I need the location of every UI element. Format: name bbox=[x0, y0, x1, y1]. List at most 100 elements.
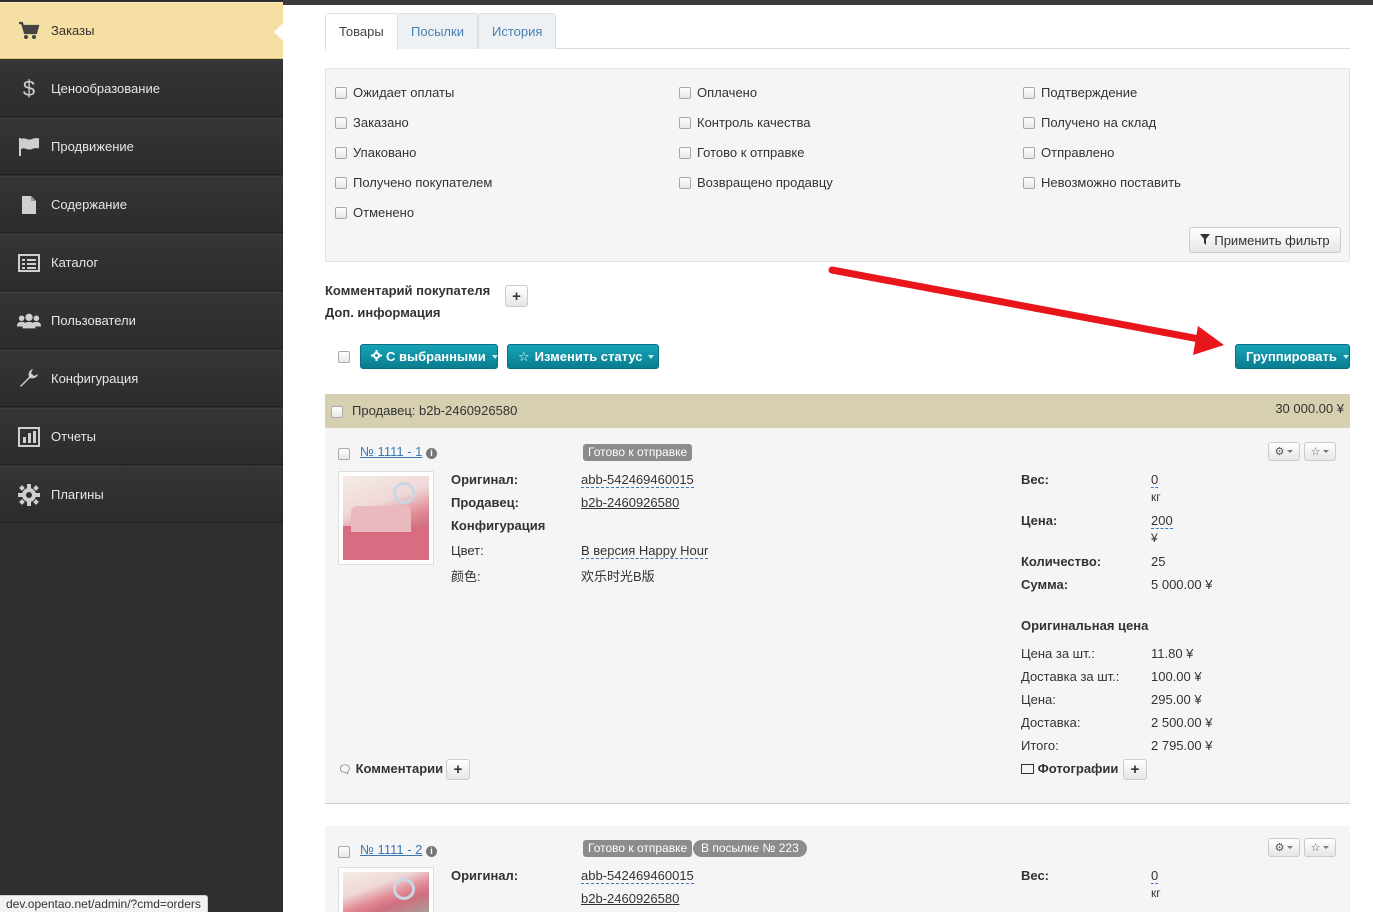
checkbox[interactable] bbox=[1023, 116, 1035, 129]
checkbox[interactable] bbox=[679, 146, 691, 159]
checkbox[interactable] bbox=[679, 176, 691, 189]
gear-icon bbox=[17, 483, 41, 507]
sidebar-item-users[interactable]: Пользователи bbox=[0, 292, 283, 349]
group-total: 30 000.00 ¥ bbox=[1275, 401, 1344, 416]
cart-icon bbox=[17, 19, 41, 43]
filter-checkbox[interactable]: Отменено bbox=[335, 205, 414, 220]
sidebar-item-catalog[interactable]: Каталог bbox=[0, 234, 283, 291]
filter-checkbox[interactable]: Готово к отправке bbox=[679, 145, 804, 160]
image-icon bbox=[1021, 764, 1034, 774]
item-star-dropdown[interactable]: ☆ bbox=[1304, 442, 1336, 461]
sidebar-item-label: Конфигурация bbox=[51, 371, 139, 386]
sidebar-item-label: Плагины bbox=[51, 487, 104, 502]
item-settings-dropdown[interactable]: ⚙ bbox=[1268, 442, 1300, 461]
product-thumbnail[interactable] bbox=[338, 471, 434, 565]
seller-link[interactable]: b2b-2460926580 bbox=[581, 495, 679, 510]
filter-checkbox[interactable]: Заказано bbox=[335, 115, 409, 130]
tab-products[interactable]: Товары bbox=[325, 13, 398, 50]
photos-label: Фотографии bbox=[1021, 761, 1118, 776]
extra-info-label: Доп. информация bbox=[325, 305, 441, 320]
dollar-icon: $ bbox=[22, 75, 36, 101]
filter-checkbox[interactable]: Упаковано bbox=[335, 145, 416, 160]
checkbox[interactable] bbox=[335, 86, 347, 99]
order-checkbox[interactable] bbox=[338, 846, 350, 858]
order-number-link[interactable]: № 1111 - 1 i bbox=[360, 444, 437, 459]
color-value-link[interactable]: В версия Happy Hour bbox=[581, 543, 709, 559]
add-buyer-comment-button[interactable]: + bbox=[505, 285, 528, 307]
chevron-down-icon bbox=[648, 354, 655, 359]
group-checkbox[interactable] bbox=[331, 406, 343, 418]
comment-icon: 🗨 bbox=[338, 764, 352, 776]
gear-icon: ⚙ bbox=[1274, 446, 1285, 458]
apply-filter-button[interactable]: Применить фильтр bbox=[1189, 227, 1341, 253]
checkbox[interactable] bbox=[335, 206, 347, 219]
filter-checkbox[interactable]: Невозможно поставить bbox=[1023, 175, 1181, 190]
price-edit[interactable]: 200 bbox=[1151, 513, 1173, 529]
with-selected-dropdown[interactable]: С выбранными bbox=[360, 344, 498, 369]
filter-checkbox[interactable]: Получено покупателем bbox=[335, 175, 492, 190]
checkbox[interactable] bbox=[1023, 146, 1035, 159]
original-link[interactable]: abb-542469460015 bbox=[581, 472, 694, 488]
filter-checkbox[interactable]: Получено на склад bbox=[1023, 115, 1156, 130]
checkbox[interactable] bbox=[335, 146, 347, 159]
star-icon: ☆ bbox=[1310, 446, 1321, 458]
order-checkbox[interactable] bbox=[338, 448, 350, 460]
plus-icon: + bbox=[453, 761, 463, 778]
sidebar-item-label: Пользователи bbox=[51, 313, 136, 328]
select-all-checkbox[interactable] bbox=[338, 351, 350, 363]
group-by-dropdown[interactable]: Группировать bbox=[1235, 344, 1350, 369]
users-icon bbox=[17, 309, 41, 333]
gear-icon bbox=[371, 349, 382, 364]
filter-checkbox[interactable]: Возвращено продавцу bbox=[679, 175, 833, 190]
add-photo-button[interactable]: + bbox=[1123, 759, 1147, 780]
sidebar: Заказы $ Ценообразование Продвижение Сод… bbox=[0, 0, 284, 912]
sidebar-item-label: Отчеты bbox=[51, 429, 96, 444]
filter-checkbox[interactable]: Подтверждение bbox=[1023, 85, 1137, 100]
product-image bbox=[343, 872, 429, 912]
original-link[interactable]: abb-542469460015 bbox=[581, 868, 694, 884]
sidebar-item-label: Каталог bbox=[51, 255, 99, 270]
plus-icon: + bbox=[512, 287, 521, 305]
item-star-dropdown[interactable]: ☆ bbox=[1304, 838, 1336, 857]
checkbox[interactable] bbox=[679, 116, 691, 129]
tab-bar: Товары Посылки История bbox=[325, 13, 1350, 50]
status-badge: Готово к отправке bbox=[583, 444, 693, 461]
checkbox[interactable] bbox=[335, 116, 347, 129]
weight-edit[interactable]: 0 bbox=[1151, 472, 1159, 488]
change-status-dropdown[interactable]: ☆ Изменить статус bbox=[507, 344, 659, 369]
wrench-icon bbox=[17, 367, 41, 391]
order-item-card: № 1111 - 2 i Готово к отправке В посылке… bbox=[325, 826, 1350, 912]
annotation-arrow-icon bbox=[828, 266, 1224, 355]
group-title: Продавец: b2b-2460926580 bbox=[352, 403, 518, 418]
sidebar-item-reports[interactable]: Отчеты bbox=[0, 408, 283, 465]
sidebar-item-label: Ценообразование bbox=[51, 81, 160, 96]
sidebar-item-label: Содержание bbox=[51, 197, 127, 212]
seller-link[interactable]: b2b-2460926580 bbox=[581, 891, 679, 906]
sidebar-item-configuration[interactable]: Конфигурация bbox=[0, 350, 283, 407]
list-icon bbox=[17, 251, 41, 275]
tab-parcels[interactable]: Посылки bbox=[397, 13, 478, 49]
star-icon: ☆ bbox=[518, 348, 530, 364]
browser-status-url: dev.opentao.net/admin/?cmd=orders bbox=[0, 895, 208, 912]
tab-history[interactable]: История bbox=[478, 13, 557, 49]
sidebar-item-plugins[interactable]: Плагины bbox=[0, 466, 283, 523]
sidebar-item-pricing[interactable]: $ Ценообразование bbox=[0, 60, 283, 117]
filter-checkbox[interactable]: Ожидает оплаты bbox=[335, 85, 454, 100]
weight-edit[interactable]: 0 bbox=[1151, 868, 1159, 884]
checkbox[interactable] bbox=[679, 86, 691, 99]
item-settings-dropdown[interactable]: ⚙ bbox=[1268, 838, 1300, 857]
checkbox[interactable] bbox=[1023, 86, 1035, 99]
product-thumbnail[interactable] bbox=[338, 867, 434, 912]
sidebar-item-promotion[interactable]: Продвижение bbox=[0, 118, 283, 175]
checkbox[interactable] bbox=[335, 176, 347, 189]
sidebar-item-orders[interactable]: Заказы bbox=[0, 2, 284, 59]
filter-checkbox[interactable]: Контроль качества bbox=[679, 115, 810, 130]
chevron-down-icon bbox=[1342, 354, 1349, 359]
add-comment-button[interactable]: + bbox=[446, 759, 470, 780]
order-number-link[interactable]: № 1111 - 2 i bbox=[360, 842, 437, 857]
sidebar-item-label: Продвижение bbox=[51, 139, 134, 154]
filter-checkbox[interactable]: Отправлено bbox=[1023, 145, 1114, 160]
checkbox[interactable] bbox=[1023, 176, 1035, 189]
filter-checkbox[interactable]: Оплачено bbox=[679, 85, 757, 100]
sidebar-item-content[interactable]: Содержание bbox=[0, 176, 283, 233]
